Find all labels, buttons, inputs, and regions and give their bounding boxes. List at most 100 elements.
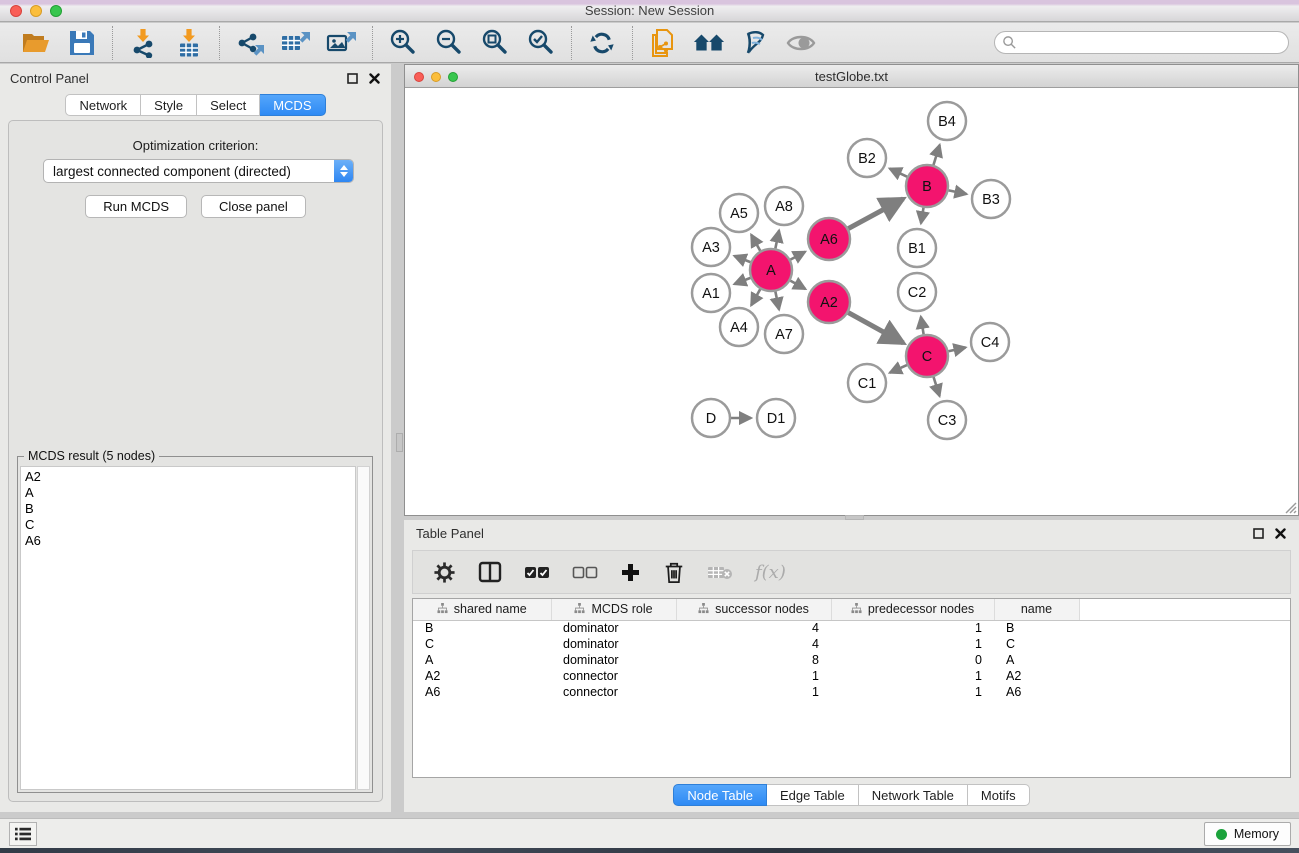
column-header-predecessor-nodes[interactable]: predecessor nodes [831,599,994,620]
delete-column-button[interactable] [663,561,685,584]
export-table-button[interactable] [280,27,312,59]
table-cell[interactable]: 1 [676,668,831,684]
table-cell[interactable] [1079,636,1290,652]
table-cell[interactable]: 0 [831,652,994,668]
column-header-mcds-role[interactable]: MCDS role [551,599,676,620]
graph-node-C3[interactable]: C3 [928,401,966,439]
graph-edge-A2-C[interactable] [848,313,903,343]
graph-edge-A-A1[interactable] [734,278,750,284]
graph-node-D1[interactable]: D1 [757,399,795,437]
graph-edge-B-B4[interactable] [933,145,939,165]
add-column-button[interactable] [620,562,641,583]
home-button[interactable] [693,27,725,59]
graph-node-A6[interactable]: A6 [808,218,850,260]
graph-node-A7[interactable]: A7 [765,315,803,353]
tab-network[interactable]: Network [65,94,141,116]
table-cell[interactable]: A2 [413,668,551,684]
table-cell[interactable]: 1 [831,684,994,700]
table-cell[interactable]: dominator [551,620,676,636]
graph-node-A1[interactable]: A1 [692,274,730,312]
function-builder-button[interactable]: f(x) [755,562,786,583]
table-cell[interactable]: 4 [676,620,831,636]
mcds-result-item[interactable]: A2 [25,469,355,485]
table-row[interactable]: A6connector11A6 [413,684,1290,700]
graph-edge-C-C4[interactable] [948,347,965,351]
tab-style[interactable]: Style [141,94,197,116]
table-cell[interactable]: B [994,620,1079,636]
float-panel-icon[interactable] [346,72,359,85]
zoom-fit-button[interactable] [479,27,511,59]
table-cell[interactable]: 1 [676,684,831,700]
graph-node-A3[interactable]: A3 [692,228,730,266]
zoom-in-button[interactable] [387,27,419,59]
memory-button[interactable]: Memory [1204,822,1291,846]
mcds-result-item[interactable]: A6 [25,533,355,549]
graph-node-A8[interactable]: A8 [765,187,803,225]
table-cell[interactable]: 4 [676,636,831,652]
graph-edge-C-C1[interactable] [890,365,907,373]
network-minimize-button[interactable] [431,72,441,82]
network-graph[interactable]: B4B2BB3A8A5A6A3B1AA1C2A2A4A7C4CC1DD1C3 [405,88,1298,515]
table-cell[interactable] [1079,668,1290,684]
import-network-button[interactable] [127,27,159,59]
table-cell[interactable]: dominator [551,636,676,652]
mcds-result-item[interactable]: B [25,501,355,517]
table-cell[interactable]: B [413,620,551,636]
eye-button[interactable] [785,27,817,59]
splitter-handle-vertical[interactable] [396,433,403,452]
network-close-button[interactable] [414,72,424,82]
delete-table-button[interactable] [707,563,733,581]
graph-edge-A-A7[interactable] [775,292,779,310]
search-input[interactable] [1017,34,1288,52]
table-cell[interactable] [1079,620,1290,636]
table-cell[interactable]: A [413,652,551,668]
table-cell[interactable]: connector [551,668,676,684]
network-window-titlebar[interactable]: testGlobe.txt [405,65,1298,88]
select-all-button[interactable] [524,566,550,579]
table-cell[interactable]: 1 [831,636,994,652]
close-panel-icon[interactable] [368,72,381,85]
table-cell[interactable]: 1 [831,620,994,636]
graph-node-C[interactable]: C [906,335,948,377]
refresh-button[interactable] [586,27,618,59]
table-cell[interactable]: A2 [994,668,1079,684]
table-cell[interactable]: C [994,636,1079,652]
graph-node-B2[interactable]: B2 [848,139,886,177]
save-session-button[interactable] [66,27,98,59]
graph-node-D[interactable]: D [692,399,730,437]
tab-node-table[interactable]: Node Table [673,784,767,806]
graph-node-A5[interactable]: A5 [720,194,758,232]
table-cell[interactable]: connector [551,684,676,700]
graph-edge-C-C2[interactable] [921,317,924,335]
graph-edge-A-A2[interactable] [790,281,805,289]
tab-network-table[interactable]: Network Table [859,784,968,806]
mcds-result-item[interactable]: C [25,517,355,533]
graph-node-A[interactable]: A [750,249,792,291]
resize-grip-icon[interactable] [1283,500,1297,514]
task-history-button[interactable] [9,822,37,846]
zoom-out-button[interactable] [433,27,465,59]
copy-document-button[interactable] [647,27,679,59]
export-network-button[interactable] [234,27,266,59]
graph-node-B4[interactable]: B4 [928,102,966,140]
node-table[interactable]: shared name MCDS role successor nodes pr… [412,598,1291,778]
table-cell[interactable]: A [994,652,1079,668]
table-cell[interactable]: A6 [994,684,1079,700]
deselect-all-button[interactable] [572,566,598,579]
tab-edge-table[interactable]: Edge Table [767,784,859,806]
graph-node-B[interactable]: B [906,165,948,207]
column-layout-button[interactable] [478,561,502,583]
graph-edge-B-B2[interactable] [890,169,907,177]
table-settings-button[interactable] [433,561,456,584]
import-table-button[interactable] [173,27,205,59]
export-image-button[interactable] [326,27,358,59]
graph-edge-B-B1[interactable] [921,208,924,224]
graph-node-B3[interactable]: B3 [972,180,1010,218]
table-cell[interactable]: C [413,636,551,652]
mcds-result-scrollbar[interactable] [357,466,370,790]
graph-edge-A-A6[interactable] [790,252,805,260]
criterion-dropdown[interactable]: largest connected component (directed) [43,159,354,183]
graph-edge-A-A4[interactable] [751,289,760,305]
graph-edge-A-A5[interactable] [751,235,760,251]
graph-edge-A-A8[interactable] [775,230,779,248]
